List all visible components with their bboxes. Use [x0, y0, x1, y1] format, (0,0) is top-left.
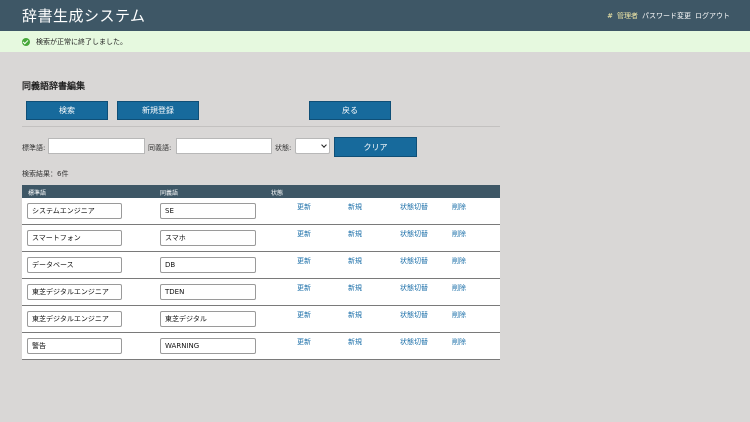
user-name: 管理者 [617, 12, 638, 20]
new-link[interactable]: 新規 [348, 310, 362, 320]
check-circle-icon [22, 38, 30, 46]
toggle-status-link[interactable]: 状態切替 [400, 256, 428, 266]
toggle-status-link[interactable]: 状態切替 [400, 229, 428, 239]
toggle-status-link[interactable]: 状態切替 [400, 283, 428, 293]
new-link[interactable]: 新規 [348, 256, 362, 266]
update-link[interactable]: 更新 [297, 256, 311, 266]
synonym-field[interactable]: スマホ [160, 230, 256, 246]
standard-term-input[interactable] [48, 138, 145, 154]
update-link[interactable]: 更新 [297, 229, 311, 239]
update-link[interactable]: 更新 [297, 337, 311, 347]
standard-term-field[interactable]: データベース [27, 257, 122, 273]
standard-term-field[interactable]: 東芝デジタルエンジニア [27, 311, 122, 327]
logout-link[interactable]: ログアウト [695, 11, 730, 21]
table-row: 東芝デジタルエンジニア 東芝デジタル 更新 新規 状態切替 削除 [22, 306, 500, 333]
new-link[interactable]: 新規 [348, 283, 362, 293]
new-link[interactable]: 新規 [348, 337, 362, 347]
column-header-synonym: 同義語 [160, 190, 179, 197]
divider [22, 126, 500, 127]
alert-message: 検索が正常に終了しました。 [36, 38, 127, 46]
table-row: 東芝デジタルエンジニア TDEN 更新 新規 状態切替 削除 [22, 279, 500, 306]
table-row: データベース DB 更新 新規 状態切替 削除 [22, 252, 500, 279]
delete-link[interactable]: 削除 [452, 310, 466, 320]
new-link[interactable]: 新規 [348, 202, 362, 212]
update-link[interactable]: 更新 [297, 283, 311, 293]
status-select[interactable] [295, 138, 330, 154]
update-link[interactable]: 更新 [297, 202, 311, 212]
synonym-field[interactable]: DB [160, 257, 256, 273]
top-bar: 辞書生成システム # 管理者 パスワード変更 ログアウト [0, 0, 750, 31]
user-menu: # 管理者 パスワード変更 ログアウト [607, 11, 730, 21]
update-link[interactable]: 更新 [297, 310, 311, 320]
toggle-status-link[interactable]: 状態切替 [400, 337, 428, 347]
chevron-down-icon [321, 142, 327, 148]
status-label: 状態: [275, 144, 292, 152]
delete-link[interactable]: 削除 [452, 283, 466, 293]
delete-link[interactable]: 削除 [452, 202, 466, 212]
toggle-status-link[interactable]: 状態切替 [400, 310, 428, 320]
result-count: 検索結果：6件 [22, 170, 69, 178]
synonym-field[interactable]: TDEN [160, 284, 256, 300]
synonym-field[interactable]: 東芝デジタル [160, 311, 256, 327]
standard-term-field[interactable]: スマートフォン [27, 230, 122, 246]
column-header-status: 状態 [271, 190, 284, 197]
synonym-field[interactable]: WARNING [160, 338, 256, 354]
search-button[interactable]: 検索 [26, 101, 108, 120]
column-header-standard: 標準語 [28, 190, 47, 197]
back-button[interactable]: 戻る [309, 101, 391, 120]
table-header: 標準語 同義語 状態 [22, 185, 500, 198]
synonym-input[interactable] [176, 138, 272, 154]
synonym-field[interactable]: SE [160, 203, 256, 219]
page-title: 同義語辞書編集 [22, 82, 86, 92]
success-alert: 検索が正常に終了しました。 [0, 31, 750, 52]
delete-link[interactable]: 削除 [452, 229, 466, 239]
table-row: スマートフォン スマホ 更新 新規 状態切替 削除 [22, 225, 500, 252]
toggle-status-link[interactable]: 状態切替 [400, 202, 428, 212]
new-link[interactable]: 新規 [348, 229, 362, 239]
standard-term-field[interactable]: システムエンジニア [27, 203, 122, 219]
table-row: システムエンジニア SE 更新 新規 状態切替 削除 [22, 198, 500, 225]
standard-term-field[interactable]: 警告 [27, 338, 122, 354]
password-change-link[interactable]: パスワード変更 [642, 11, 691, 21]
user-prefix: # [607, 12, 613, 20]
delete-link[interactable]: 削除 [452, 337, 466, 347]
synonym-table: 標準語 同義語 状態 システムエンジニア SE 更新 新規 状態切替 削除 スマ… [22, 185, 500, 360]
synonym-label: 同義語: [148, 144, 172, 152]
clear-button[interactable]: クリア [334, 137, 417, 157]
standard-term-field[interactable]: 東芝デジタルエンジニア [27, 284, 122, 300]
table-row: 警告 WARNING 更新 新規 状態切替 削除 [22, 333, 500, 360]
app-title: 辞書生成システム [22, 7, 146, 25]
delete-link[interactable]: 削除 [452, 256, 466, 266]
new-register-button[interactable]: 新規登録 [117, 101, 199, 120]
standard-term-label: 標準語: [22, 144, 46, 152]
